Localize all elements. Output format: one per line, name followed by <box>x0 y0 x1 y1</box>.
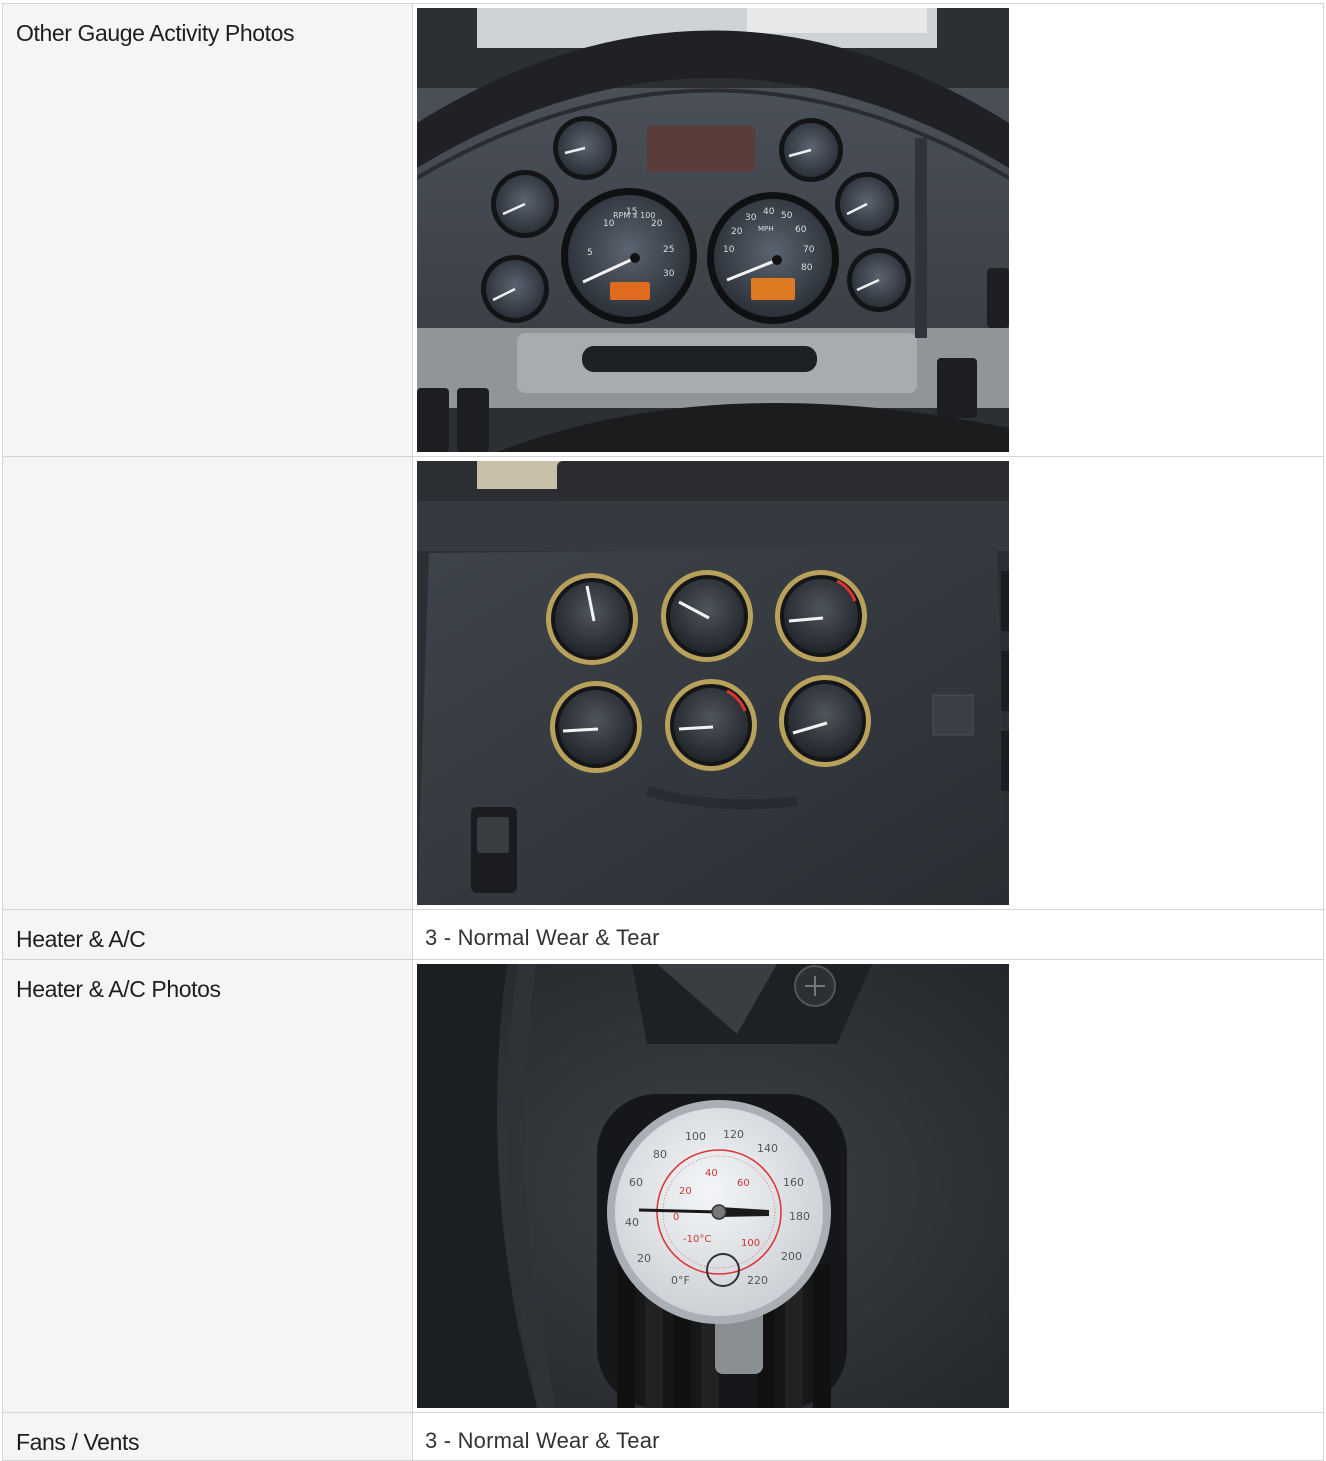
svg-text:40: 40 <box>763 207 775 217</box>
svg-text:100: 100 <box>741 1238 760 1249</box>
svg-text:40: 40 <box>625 1216 639 1229</box>
svg-text:0°F: 0°F <box>671 1274 690 1287</box>
svg-text:20: 20 <box>731 227 743 237</box>
photo-cell: RPM x 100 5 10 15 20 25 30 MPH 10 20 30 … <box>412 3 1324 457</box>
speedometer-icon: MPH 10 20 30 40 50 60 70 80 <box>707 192 839 324</box>
row-label: Fans / Vents <box>2 1412 413 1461</box>
auxiliary-gauges-photo[interactable] <box>417 461 1009 905</box>
table-row <box>2 456 1324 910</box>
tachometer-icon: RPM x 100 5 10 15 20 25 30 <box>561 188 697 324</box>
svg-text:180: 180 <box>789 1210 810 1223</box>
svg-text:5: 5 <box>587 248 593 258</box>
svg-text:50: 50 <box>781 211 793 221</box>
table-row: Heater & A/C 3 - Normal Wear & Tear <box>2 909 1324 960</box>
svg-text:30: 30 <box>663 269 675 279</box>
svg-text:20: 20 <box>679 1186 692 1197</box>
row-label: Other Gauge Activity Photos <box>2 3 413 457</box>
svg-text:MPH: MPH <box>758 225 774 233</box>
instrument-cluster-photo[interactable]: RPM x 100 5 10 15 20 25 30 MPH 10 20 30 … <box>417 8 1009 452</box>
table-row: Heater & A/C Photos 20 40 60 80 100 120 … <box>2 959 1324 1413</box>
svg-text:25: 25 <box>663 245 674 255</box>
condition-value: 3 - Normal Wear & Tear <box>412 1412 1324 1461</box>
thermometer-icon: 20 40 60 80 100 120 140 160 180 200 220 … <box>607 1100 831 1324</box>
inspection-table: Other Gauge Activity Photos RPM x 100 5 … <box>2 3 1324 1461</box>
svg-text:200: 200 <box>781 1250 802 1263</box>
svg-text:-10°C: -10°C <box>683 1234 711 1245</box>
svg-text:40: 40 <box>705 1168 718 1179</box>
svg-text:30: 30 <box>745 213 757 223</box>
table-row: Fans / Vents 3 - Normal Wear & Tear <box>2 1412 1324 1461</box>
svg-text:0: 0 <box>673 1212 679 1223</box>
svg-text:10: 10 <box>723 245 735 255</box>
table-row: Other Gauge Activity Photos RPM x 100 5 … <box>2 3 1324 457</box>
row-label: Heater & A/C Photos <box>2 959 413 1413</box>
row-label <box>2 456 413 910</box>
svg-text:140: 140 <box>757 1142 778 1155</box>
row-label: Heater & A/C <box>2 909 413 960</box>
svg-text:60: 60 <box>629 1176 643 1189</box>
svg-text:80: 80 <box>653 1148 667 1161</box>
svg-text:160: 160 <box>783 1176 804 1189</box>
svg-text:80: 80 <box>801 263 813 273</box>
photo-cell: 20 40 60 80 100 120 140 160 180 200 220 … <box>412 959 1324 1413</box>
svg-text:15: 15 <box>626 207 637 217</box>
svg-text:20: 20 <box>651 219 663 229</box>
svg-text:120: 120 <box>723 1128 744 1141</box>
svg-text:70: 70 <box>803 245 815 255</box>
svg-text:60: 60 <box>737 1178 750 1189</box>
vent-thermometer-photo[interactable]: 20 40 60 80 100 120 140 160 180 200 220 … <box>417 964 1009 1408</box>
photo-cell <box>412 456 1324 910</box>
condition-value: 3 - Normal Wear & Tear <box>412 909 1324 960</box>
svg-text:10: 10 <box>603 219 615 229</box>
svg-text:20: 20 <box>637 1252 651 1265</box>
svg-text:60: 60 <box>795 225 807 235</box>
svg-text:220: 220 <box>747 1274 768 1287</box>
svg-text:100: 100 <box>685 1130 706 1143</box>
